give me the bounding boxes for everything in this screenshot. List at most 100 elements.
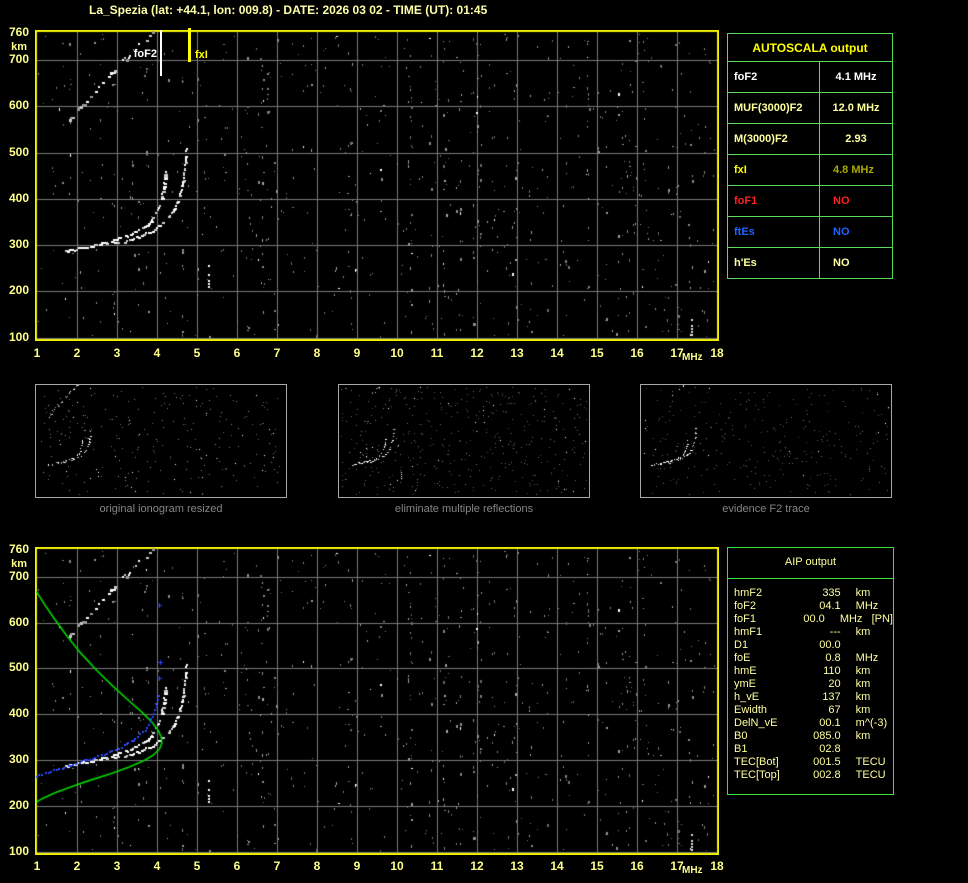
table-row: hmE 110 km bbox=[734, 665, 893, 678]
table-row: h'Es NO bbox=[728, 248, 892, 278]
parameter-unit: MHz bbox=[839, 613, 863, 625]
table-row: M(3000)F2 2.93 bbox=[728, 124, 892, 155]
axis-tick-label: 200 bbox=[8, 283, 29, 297]
fxi-marker-line bbox=[188, 28, 191, 62]
axis-tick-label: 18 bbox=[710, 346, 724, 360]
parameter-value: 00.0 bbox=[803, 613, 825, 625]
parameter-value: 02.8 bbox=[819, 743, 841, 755]
parameter-unit: m^(-3) bbox=[855, 717, 888, 729]
axis-tick-label: 16 bbox=[630, 346, 644, 360]
axis-tick-label: 700 bbox=[8, 569, 29, 583]
axis-tick-label: 6 bbox=[233, 346, 241, 360]
parameter-label: TEC[Bot] bbox=[734, 756, 779, 768]
parameter-value: 4.8 MHz bbox=[833, 164, 874, 176]
parameter-unit: km bbox=[855, 665, 871, 677]
table-row: hmF1 --- km bbox=[734, 626, 893, 639]
table-row: hmF2 335 km bbox=[734, 587, 893, 600]
table-row: foF1 00.0 MHz [PN] bbox=[734, 613, 893, 626]
table-row: ymE 20 km bbox=[734, 678, 893, 691]
thumbnail-eliminate-reflections: eliminate multiple reflections bbox=[338, 384, 590, 515]
parameter-value: 002.8 bbox=[813, 769, 841, 781]
parameter-label: foF2 bbox=[734, 600, 757, 612]
axis-tick-label: 100 bbox=[8, 330, 29, 344]
axis-tick-label: 7 bbox=[273, 859, 281, 873]
x-axis-unit-label: MHz bbox=[682, 865, 703, 876]
autoscala-table-rows: foF2 4.1 MHz MUF(3000)F2 12.0 MHz M(3000… bbox=[728, 62, 892, 278]
table-row: fxI 4.8 MHz bbox=[728, 155, 892, 186]
parameter-value: 085.0 bbox=[813, 730, 841, 742]
axis-tick-label: 13 bbox=[510, 346, 524, 360]
parameter-unit bbox=[856, 743, 893, 756]
bottom-ionogram-canvas bbox=[35, 547, 719, 855]
axis-tick-label: 200 bbox=[8, 798, 29, 812]
axis-tick-label: 400 bbox=[8, 706, 29, 720]
parameter-value: 04.1 bbox=[819, 600, 841, 612]
parameter-label: MUF(3000)F2 bbox=[728, 93, 820, 123]
axis-tick-label: 100 bbox=[8, 844, 29, 858]
autoscala-table: AUTOSCALA output foF2 4.1 MHz MUF(3000)F… bbox=[727, 33, 893, 279]
axis-tick-label: 8 bbox=[313, 346, 321, 360]
thumbnail-evidence-f2-trace: evidence F2 trace bbox=[640, 384, 892, 515]
parameter-unit: km bbox=[855, 587, 871, 599]
parameter-unit: TECU bbox=[855, 756, 886, 768]
parameter-unit bbox=[856, 639, 893, 652]
fxi-marker-label: fxI bbox=[195, 49, 208, 61]
parameter-value: 00.0 bbox=[819, 639, 841, 651]
parameter-unit: km bbox=[855, 626, 871, 638]
parameter-label: h_vE bbox=[734, 691, 760, 703]
parameter-label: DelN_vE bbox=[734, 717, 778, 729]
parameter-value: 00.1 bbox=[819, 717, 841, 729]
table-row: foF2 04.1 MHz bbox=[734, 600, 893, 613]
axis-tick-label: 8 bbox=[313, 859, 321, 873]
table-row: h_vE 137 km bbox=[734, 691, 893, 704]
axis-tick-label: 500 bbox=[8, 145, 29, 159]
axis-tick-label: 12 bbox=[470, 859, 484, 873]
parameter-label: foF1 bbox=[728, 186, 820, 216]
axis-tick-label: 700 bbox=[8, 52, 29, 66]
parameter-value: NO bbox=[833, 226, 850, 238]
axis-tick-label: 6 bbox=[233, 859, 241, 873]
axis-tick-label: 14 bbox=[550, 859, 564, 873]
thumbnail-image bbox=[35, 384, 287, 498]
axis-tick-label: 15 bbox=[590, 346, 604, 360]
fof2-marker-line bbox=[160, 30, 162, 76]
parameter-label: hmE bbox=[734, 665, 757, 677]
table-row: TEC[Bot] 001.5 TECU bbox=[734, 756, 893, 769]
parameter-label: M(3000)F2 bbox=[728, 124, 820, 154]
parameter-unit: km bbox=[855, 678, 871, 690]
axis-tick-label: 1 bbox=[33, 859, 41, 873]
thumbnail-original-ionogram: original ionogram resized bbox=[35, 384, 287, 515]
parameter-value: 4.1 MHz bbox=[835, 71, 877, 83]
table-row: B1 02.8 bbox=[734, 743, 893, 756]
axis-tick-label: 10 bbox=[390, 859, 404, 873]
table-row: DelN_vE 00.1 m^(-3) bbox=[734, 717, 893, 730]
thumbnail-caption: evidence F2 trace bbox=[722, 503, 810, 515]
parameter-value: --- bbox=[829, 626, 841, 638]
axis-tick-label: 4 bbox=[153, 859, 161, 873]
fof2-marker-label: foF2 bbox=[133, 48, 157, 60]
parameter-unit: MHz bbox=[855, 652, 879, 664]
parameter-label: TEC[Top] bbox=[734, 769, 780, 781]
axis-tick-label: 12 bbox=[470, 346, 484, 360]
axis-tick-label: 2 bbox=[73, 859, 81, 873]
parameter-label: D1 bbox=[734, 639, 749, 651]
parameter-unit: MHz bbox=[855, 600, 879, 612]
axis-tick-label: 300 bbox=[8, 752, 29, 766]
parameter-label: foF1 bbox=[734, 613, 757, 625]
parameter-flag: [PN] bbox=[871, 613, 893, 625]
parameter-label: fxI bbox=[728, 155, 820, 185]
table-row: B0 085.0 km bbox=[734, 730, 893, 743]
axis-tick-label: 11 bbox=[430, 859, 444, 873]
aip-table-rows: hmF2 335 km foF2 04.1 MHz foF1 00.0 MHz bbox=[728, 579, 893, 782]
top-ionogram-canvas bbox=[35, 30, 719, 341]
axis-tick-label: 10 bbox=[390, 346, 404, 360]
parameter-label: B1 bbox=[734, 743, 748, 755]
parameter-value: 335 bbox=[822, 587, 841, 599]
table-row: TEC[Top] 002.8 TECU bbox=[734, 769, 893, 782]
parameter-label: ftEs bbox=[728, 217, 820, 247]
axis-tick-label: 18 bbox=[710, 859, 724, 873]
parameter-value: NO bbox=[833, 257, 850, 269]
axis-tick-label: 9 bbox=[353, 859, 361, 873]
parameter-label: ymE bbox=[734, 678, 756, 690]
table-row: foF1 NO bbox=[728, 186, 892, 217]
